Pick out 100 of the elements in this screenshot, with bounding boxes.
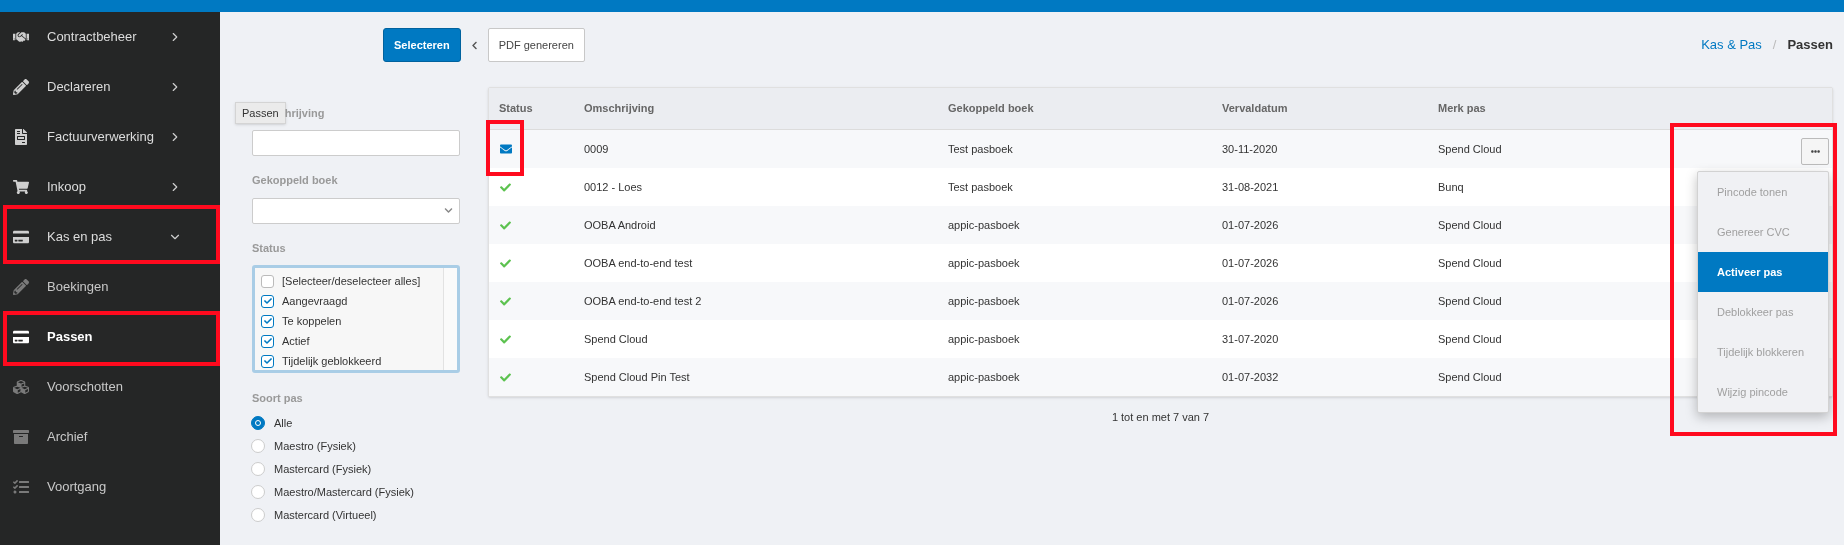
tooltip: Passen bbox=[235, 101, 286, 125]
checkbox[interactable] bbox=[261, 354, 274, 368]
pencil-icon bbox=[13, 279, 29, 295]
table-cell-text: Test pasboek bbox=[948, 179, 1013, 195]
menu-item[interactable]: Activeer pas bbox=[1698, 252, 1828, 292]
more-button[interactable] bbox=[1801, 138, 1829, 165]
checkbox[interactable] bbox=[261, 294, 274, 308]
check-icon bbox=[263, 317, 272, 325]
sidebar-item[interactable]: Factuurverwerking bbox=[0, 112, 220, 162]
radio-button[interactable] bbox=[251, 508, 265, 522]
column-header: Vervaldatum bbox=[1221, 101, 1289, 117]
table-cell-text: 01-07-2026 bbox=[1222, 217, 1279, 233]
radio-label: Maestro/Mastercard (Fysiek) bbox=[274, 484, 414, 500]
cart-icon bbox=[13, 179, 29, 195]
radio-button[interactable] bbox=[251, 485, 265, 499]
pencil-icon bbox=[13, 79, 29, 95]
ellipsis-icon bbox=[1810, 147, 1820, 156]
table-cell-text: 01-07-2026 bbox=[1222, 255, 1279, 271]
chevron-down-icon bbox=[444, 206, 453, 215]
table-cell-text: Spend Cloud bbox=[584, 331, 648, 347]
breadcrumb-separator: / bbox=[1772, 36, 1777, 55]
check-icon bbox=[263, 357, 272, 365]
table-cell-text: OOBA Android bbox=[584, 217, 656, 233]
check-icon bbox=[263, 297, 272, 305]
table-cell-text: Spend Cloud bbox=[1438, 217, 1502, 233]
table-cell-text: 0012 - Loes bbox=[584, 179, 643, 195]
radio-label: Mastercard (Fysiek) bbox=[274, 461, 372, 477]
table-cell-text: Spend Cloud Pin Test bbox=[584, 369, 690, 385]
table-cell-text: appic-pasboek bbox=[948, 331, 1020, 347]
status-listbox[interactable]: [Selecteer/deselecteer alles] Aangevraagd Te koppelen Actief Tijdelijk geblokkeerd bbox=[252, 265, 460, 373]
table-cell-text: 0009 bbox=[584, 141, 609, 157]
column-header: Status bbox=[498, 101, 534, 117]
sidebar-item[interactable]: Kas en pas bbox=[0, 212, 220, 262]
radio-label: Mastercard (Virtueel) bbox=[274, 507, 377, 523]
table-cell-text: 31-07-2020 bbox=[1222, 331, 1279, 347]
table-cell-text: appic-pasboek bbox=[948, 255, 1020, 271]
check-icon bbox=[499, 219, 512, 231]
table-cell-text: appic-pasboek bbox=[948, 369, 1020, 385]
checkbox-label: Te koppelen bbox=[282, 313, 342, 329]
chevron-left-icon[interactable] bbox=[469, 40, 479, 50]
envelope-icon bbox=[499, 143, 513, 155]
table-cell-text: 31-08-2021 bbox=[1222, 179, 1279, 195]
column-header: Omschrijving bbox=[583, 101, 656, 117]
credit-card-icon bbox=[13, 229, 29, 245]
radio-button[interactable] bbox=[251, 462, 265, 476]
sidebar-item[interactable]: Voortgang bbox=[0, 462, 220, 512]
linked-book-select[interactable] bbox=[252, 197, 460, 224]
field-label: hrijving bbox=[284, 105, 325, 121]
check-icon bbox=[499, 295, 512, 307]
radio-button[interactable] bbox=[251, 439, 265, 453]
sidebar-item[interactable]: Archief bbox=[0, 412, 220, 462]
table-cell-text: Spend Cloud bbox=[1438, 293, 1502, 309]
cubes-icon bbox=[13, 379, 29, 395]
checkbox[interactable] bbox=[261, 334, 274, 348]
radio-button[interactable] bbox=[251, 416, 265, 430]
check-icon bbox=[499, 181, 512, 193]
table-cell-text: Spend Cloud bbox=[1438, 331, 1502, 347]
table-cell-text: OOBA end-to-end test bbox=[584, 255, 693, 271]
column-header: Merk pas bbox=[1437, 101, 1487, 117]
sidebar-item[interactable]: Inkoop bbox=[0, 162, 220, 212]
checkbox-label: Aangevraagd bbox=[282, 293, 348, 309]
field-label: Status bbox=[252, 240, 287, 256]
credit-card-icon bbox=[13, 329, 29, 345]
check-icon bbox=[263, 337, 272, 345]
radio-label: Alle bbox=[274, 415, 293, 431]
handshake-icon bbox=[13, 29, 29, 45]
table-cell-text: Spend Cloud bbox=[1438, 141, 1502, 157]
description-input[interactable] bbox=[252, 130, 460, 156]
checkbox[interactable] bbox=[261, 314, 274, 328]
sidebar-item[interactable]: Declareren bbox=[0, 62, 220, 112]
column-header: Gekoppeld boek bbox=[947, 101, 1035, 117]
field-label: Gekoppeld boek bbox=[252, 173, 339, 188]
checklist-icon bbox=[13, 479, 29, 495]
breadcrumb-item[interactable]: Kas & Pas bbox=[1701, 35, 1762, 55]
checkbox-label: [Selecteer/deselecteer alles] bbox=[282, 273, 421, 289]
pagination-info: 1 tot en met 7 van 7 bbox=[1110, 410, 1211, 425]
table-cell-text: Spend Cloud bbox=[1438, 255, 1502, 271]
sidebar-item[interactable]: Boekingen bbox=[0, 262, 220, 312]
table-cell-text: 01-07-2026 bbox=[1222, 293, 1279, 309]
table-cell-text: OOBA end-to-end test 2 bbox=[584, 293, 702, 309]
checkbox[interactable] bbox=[261, 274, 274, 288]
table-cell-text: Test pasboek bbox=[948, 141, 1013, 157]
checkbox-label: Tijdelijk geblokkeerd bbox=[282, 353, 382, 369]
check-icon bbox=[499, 333, 512, 345]
table-cell-text: 30-11-2020 bbox=[1222, 141, 1278, 157]
checkbox-label: Actief bbox=[282, 333, 310, 349]
table-cell-text: Bunq bbox=[1438, 179, 1464, 195]
breadcrumb-item: Passen bbox=[1787, 36, 1833, 55]
check-icon bbox=[499, 371, 512, 383]
table-cell-text: appic-pasboek bbox=[948, 293, 1020, 309]
document-icon bbox=[13, 129, 29, 145]
select-button[interactable]: Selecteren bbox=[383, 28, 461, 62]
table-cell-text: 01-07-2032 bbox=[1222, 369, 1279, 385]
field-label: Soort pas bbox=[252, 391, 304, 406]
table-cell-text: appic-pasboek bbox=[948, 217, 1020, 233]
pdf-button[interactable]: PDF genereren bbox=[487, 28, 585, 62]
sidebar-item[interactable]: Voorschotten bbox=[0, 362, 220, 412]
sidebar-item[interactable]: Contractbeheer bbox=[0, 12, 220, 62]
radio-label: Maestro (Fysiek) bbox=[274, 438, 356, 454]
archive-icon bbox=[13, 429, 29, 445]
